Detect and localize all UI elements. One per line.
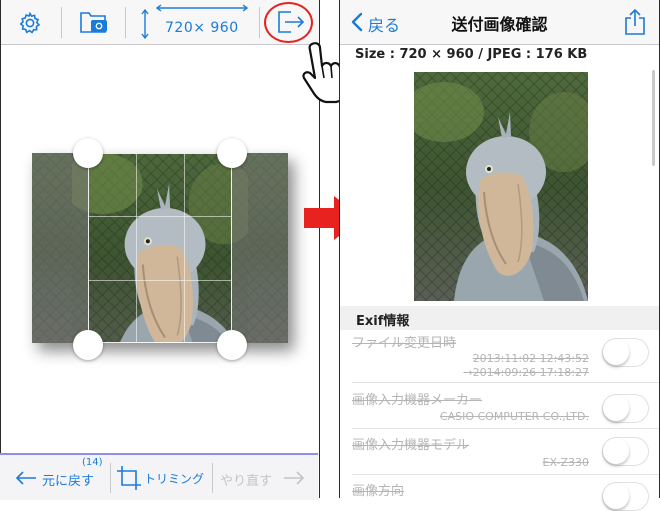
- crop-handle-bottom-right[interactable]: [217, 330, 247, 360]
- right-screen: 戻る 送付画像確認 Size : 720 × 960 / JPEG : 176 …: [339, 0, 660, 511]
- undo-count: (14): [82, 457, 103, 468]
- exif-toggle[interactable]: [602, 482, 649, 511]
- row-divider: [352, 382, 659, 383]
- crop-icon[interactable]: [116, 465, 142, 491]
- preview-image: [414, 72, 588, 301]
- crop-grid-line: [136, 153, 137, 343]
- exif-row-value: CASIO COMPUTER CO.,LTD.: [439, 410, 589, 423]
- crop-handle-top-left[interactable]: [73, 138, 103, 168]
- toolbar-divider: [110, 463, 111, 493]
- exif-row-value: 2013:11:02 12:43:52: [472, 352, 589, 365]
- left-bottom-toolbar: (14) 元に戻す トリミング やり直す: [0, 453, 318, 500]
- trim-button[interactable]: トリミング: [144, 470, 204, 487]
- exif-row-title: 画像方向: [352, 484, 405, 499]
- exif-row-value: EX-Z330: [542, 456, 589, 469]
- gear-icon[interactable]: [18, 11, 42, 35]
- crop-frame[interactable]: [88, 153, 232, 343]
- toolbar-divider: [259, 7, 260, 38]
- exif-toggle[interactable]: [602, 437, 649, 466]
- toolbar-divider: [212, 463, 213, 493]
- crop-grid-line: [184, 153, 185, 343]
- toolbar-divider: [125, 7, 126, 38]
- share-icon[interactable]: [624, 8, 646, 36]
- highlight-circle: [264, 2, 313, 43]
- redo-arrow-icon[interactable]: [282, 469, 306, 487]
- row-divider: [352, 474, 659, 475]
- crop-mask-right: [232, 153, 288, 343]
- crop-grid-line: [88, 280, 232, 281]
- image-size-info: Size : 720 × 960 / JPEG : 176 KB: [355, 47, 588, 62]
- undo-arrow-icon[interactable]: [14, 469, 38, 487]
- exif-section-title: Exif情報: [356, 314, 410, 329]
- right-navbar: 戻る 送付画像確認: [340, 0, 659, 45]
- redo-button[interactable]: やり直す: [220, 470, 272, 489]
- exif-list: ファイル変更日時 2013:11:02 12:43:52 →2014:09:26…: [340, 330, 659, 511]
- exif-row-title: 画像入力機器モデル: [352, 438, 470, 453]
- row-divider: [352, 428, 659, 429]
- toolbar-divider: [61, 7, 62, 38]
- crop-grid-line: [88, 216, 232, 217]
- crop-handle-bottom-left[interactable]: [73, 330, 103, 360]
- exif-row-title: ファイル変更日時: [352, 336, 457, 351]
- scrollbar[interactable]: [652, 70, 655, 166]
- exif-row-value: →2014:09:26 17:18:27: [463, 366, 589, 379]
- crop-handle-top-right[interactable]: [217, 138, 247, 168]
- crop-mask-left: [32, 153, 89, 343]
- page-title: 送付画像確認: [451, 15, 548, 34]
- exif-toggle[interactable]: [602, 394, 649, 423]
- exif-toggle[interactable]: [602, 338, 649, 367]
- exif-row-title: 画像入力機器メーカー: [352, 393, 483, 408]
- folder-camera-icon[interactable]: [79, 9, 109, 35]
- image-size-label: 720× 960: [165, 20, 239, 36]
- undo-button[interactable]: 元に戻す: [42, 470, 94, 489]
